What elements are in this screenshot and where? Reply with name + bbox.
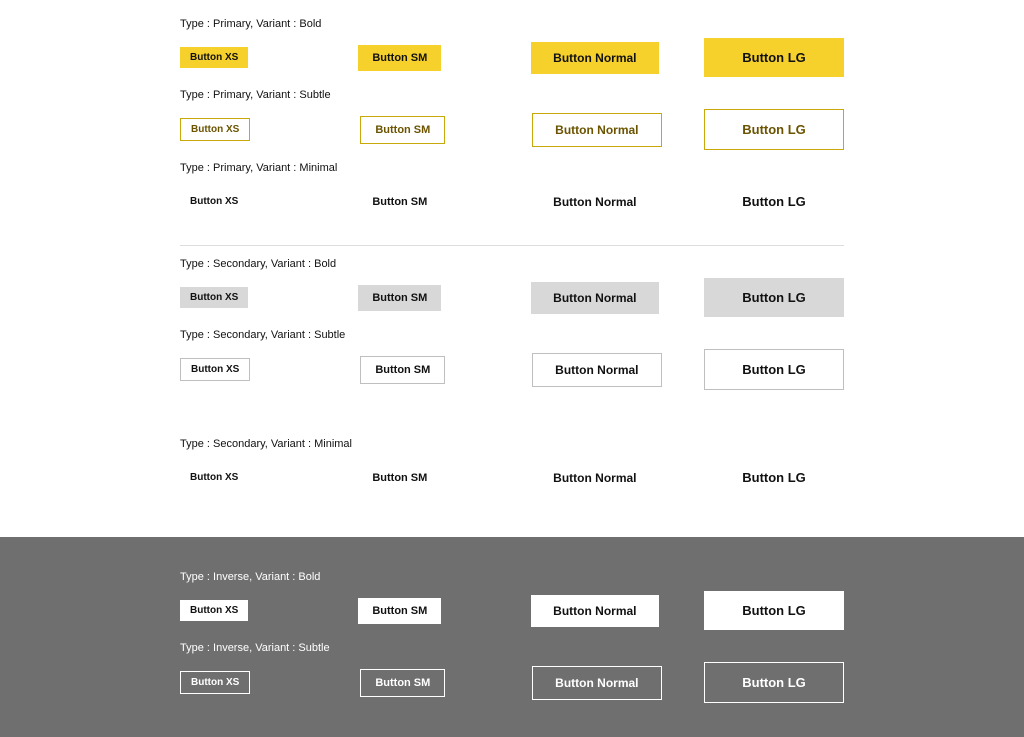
button-secondary-subtle-md[interactable]: Button Normal [532, 353, 661, 387]
button-secondary-bold-md[interactable]: Button Normal [531, 282, 658, 314]
button-inverse-subtle-lg[interactable]: Button LG [704, 662, 844, 703]
button-inverse-bold-md[interactable]: Button Normal [531, 595, 658, 627]
button-secondary-subtle-sm[interactable]: Button SM [360, 356, 445, 384]
divider [180, 245, 844, 246]
button-primary-subtle-xs[interactable]: Button XS [180, 118, 250, 141]
row-primary-minimal: Button XS Button SM Button Normal Button… [180, 182, 844, 221]
button-inverse-bold-sm[interactable]: Button SM [358, 598, 441, 624]
group-label-primary-subtle: Type : Primary, Variant : Subtle [180, 89, 844, 101]
button-inverse-bold-lg[interactable]: Button LG [704, 591, 844, 630]
button-primary-minimal-lg[interactable]: Button LG [704, 182, 844, 221]
button-primary-minimal-xs[interactable]: Button XS [180, 191, 248, 212]
button-primary-subtle-sm[interactable]: Button SM [360, 116, 445, 144]
button-secondary-subtle-xs[interactable]: Button XS [180, 358, 250, 381]
button-primary-bold-lg[interactable]: Button LG [704, 38, 844, 77]
button-primary-minimal-sm[interactable]: Button SM [358, 189, 441, 215]
button-primary-minimal-md[interactable]: Button Normal [531, 186, 658, 218]
row-primary-bold: Button XS Button SM Button Normal Button… [180, 38, 844, 77]
button-style-guide: Type : Primary, Variant : Bold Button XS… [0, 0, 1024, 737]
group-label-secondary-minimal: Type : Secondary, Variant : Minimal [180, 438, 844, 450]
button-inverse-subtle-xs[interactable]: Button XS [180, 671, 250, 694]
button-secondary-minimal-md[interactable]: Button Normal [531, 462, 658, 494]
row-primary-subtle: Button XS Button SM Button Normal Button… [180, 109, 844, 150]
group-label-primary-minimal: Type : Primary, Variant : Minimal [180, 162, 844, 174]
button-secondary-bold-xs[interactable]: Button XS [180, 287, 248, 308]
button-primary-bold-xs[interactable]: Button XS [180, 47, 248, 68]
button-inverse-bold-xs[interactable]: Button XS [180, 600, 248, 621]
button-primary-bold-sm[interactable]: Button SM [358, 45, 441, 71]
row-secondary-bold: Button XS Button SM Button Normal Button… [180, 278, 844, 317]
button-secondary-bold-lg[interactable]: Button LG [704, 278, 844, 317]
button-primary-subtle-md[interactable]: Button Normal [532, 113, 661, 147]
group-label-inverse-bold: Type : Inverse, Variant : Bold [180, 571, 844, 583]
button-secondary-minimal-lg[interactable]: Button LG [704, 458, 844, 497]
button-secondary-minimal-sm[interactable]: Button SM [358, 465, 441, 491]
button-inverse-subtle-md[interactable]: Button Normal [532, 666, 661, 700]
row-secondary-minimal: Button XS Button SM Button Normal Button… [180, 458, 844, 497]
row-inverse-bold: Button XS Button SM Button Normal Button… [180, 591, 844, 630]
inverse-panel: Type : Inverse, Variant : Bold Button XS… [0, 537, 1024, 737]
group-label-secondary-bold: Type : Secondary, Variant : Bold [180, 258, 844, 270]
button-secondary-minimal-xs[interactable]: Button XS [180, 467, 248, 488]
button-primary-subtle-lg[interactable]: Button LG [704, 109, 844, 150]
button-inverse-subtle-sm[interactable]: Button SM [360, 669, 445, 697]
row-secondary-subtle: Button XS Button SM Button Normal Button… [180, 349, 844, 390]
button-secondary-subtle-lg[interactable]: Button LG [704, 349, 844, 390]
group-label-secondary-subtle: Type : Secondary, Variant : Subtle [180, 329, 844, 341]
group-label-inverse-subtle: Type : Inverse, Variant : Subtle [180, 642, 844, 654]
button-secondary-bold-sm[interactable]: Button SM [358, 285, 441, 311]
row-inverse-subtle: Button XS Button SM Button Normal Button… [180, 662, 844, 703]
button-primary-bold-md[interactable]: Button Normal [531, 42, 658, 74]
group-label-primary-bold: Type : Primary, Variant : Bold [180, 18, 844, 30]
